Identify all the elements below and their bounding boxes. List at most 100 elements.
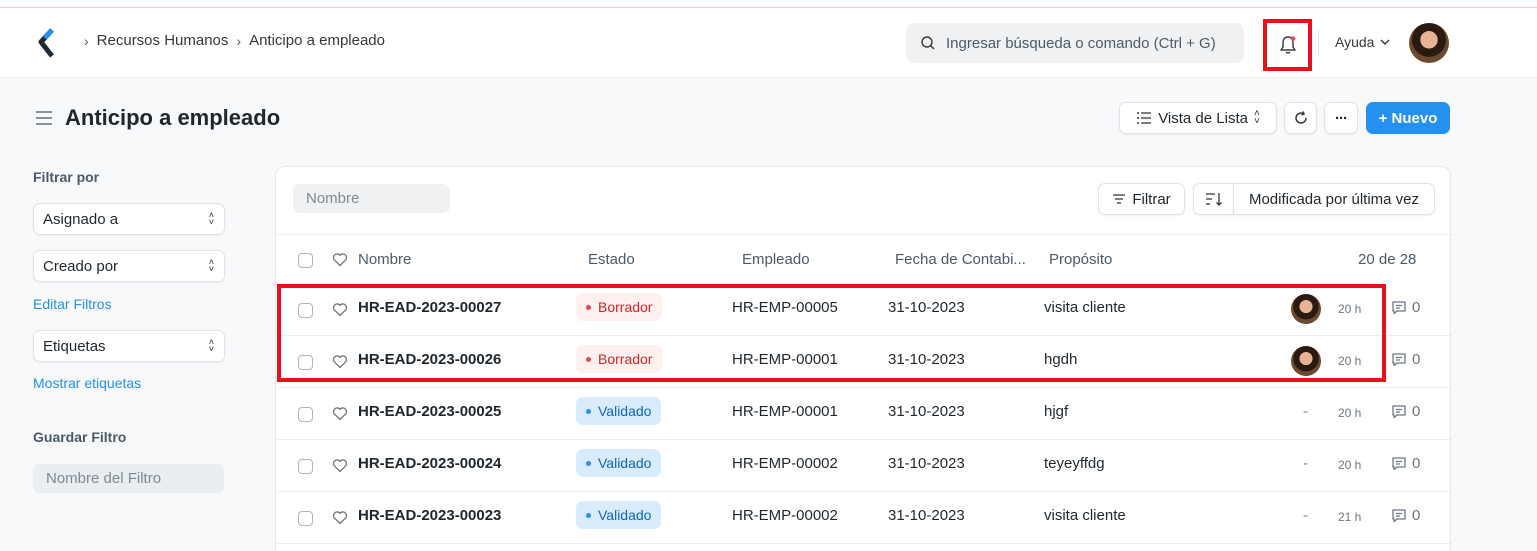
heart-icon[interactable]	[332, 458, 348, 473]
updown-icon: ˄ ˅	[208, 257, 214, 274]
assigned-avatar[interactable]	[1291, 346, 1321, 376]
created-by-select[interactable]: Creado por ˄ ˅	[33, 250, 225, 282]
status-label: Validado	[598, 403, 652, 419]
row-checkbox[interactable]	[298, 355, 313, 370]
breadcrumb-separator-icon: ›	[84, 32, 89, 49]
assigned-empty: -	[1303, 403, 1308, 420]
filter-name-input[interactable]: Nombre del Filtro	[33, 464, 224, 493]
show-tags-link[interactable]: Mostrar etiquetas	[33, 375, 141, 391]
chevron-down-icon	[1380, 39, 1390, 45]
table-row[interactable]: HR-EAD-2023-00023 Validado HR-EMP-00002 31-…	[276, 492, 1452, 544]
row-name[interactable]: HR-EAD-2023-00027	[358, 299, 501, 316]
breadcrumb-hr[interactable]: Recursos Humanos	[97, 32, 229, 49]
sidebar-toggle-icon[interactable]	[35, 110, 53, 126]
app-logo-icon[interactable]	[36, 28, 58, 58]
breadcrumb-separator-icon: ›	[236, 32, 242, 49]
status-badge: Validado	[576, 501, 662, 529]
heart-icon[interactable]	[332, 406, 348, 421]
assigned-avatar[interactable]	[1291, 294, 1321, 324]
row-name[interactable]: HR-EAD-2023-00026	[358, 351, 501, 368]
column-header-employee[interactable]: Empleado	[742, 251, 810, 268]
row-purpose: visita cliente	[1044, 507, 1126, 524]
row-purpose: hjgf	[1044, 403, 1069, 420]
comment-icon	[1392, 353, 1406, 367]
filter-name-placeholder: Nombre del Filtro	[46, 470, 162, 487]
divider	[276, 234, 1452, 235]
row-employee: HR-EMP-00002	[732, 455, 838, 472]
heart-icon[interactable]	[332, 510, 348, 525]
view-switcher-button[interactable]: Vista de Lista ˄ ˅	[1119, 102, 1277, 134]
updown-icon: ˄ ˅	[208, 210, 214, 227]
filter-button[interactable]: Filtrar	[1098, 183, 1185, 215]
row-posting-date: 31-10-2023	[888, 455, 965, 472]
column-header-posting-date[interactable]: Fecha de Contabi...	[895, 251, 1026, 268]
new-button[interactable]: + Nuevo	[1366, 102, 1450, 134]
row-name[interactable]: HR-EAD-2023-00023	[358, 507, 501, 524]
more-actions-button[interactable]: ···	[1324, 102, 1358, 134]
row-checkbox[interactable]	[298, 407, 313, 422]
sort-by-button[interactable]: Modificada por última vez	[1233, 183, 1435, 215]
notifications-button[interactable]	[1263, 19, 1312, 71]
sort-label: Modificada por última vez	[1248, 190, 1420, 208]
heart-icon[interactable]	[332, 354, 348, 369]
breadcrumb-employee-advance[interactable]: Anticipo a empleado	[249, 32, 385, 49]
sort-direction-button[interactable]	[1193, 183, 1234, 215]
updown-icon: ˄ ˅	[1253, 108, 1260, 127]
comment-count: 0	[1412, 299, 1421, 316]
tags-select[interactable]: Etiquetas ˄ ˅	[33, 330, 225, 362]
table-row[interactable]: HR-EAD-2023-00026 Borrador HR-EMP-00001 31-…	[276, 336, 1452, 388]
row-comments[interactable]: 0	[1391, 455, 1420, 472]
search-input[interactable]: Ingresar búsqueda o comando (Ctrl + G)	[906, 23, 1244, 63]
row-posting-date: 31-10-2023	[888, 299, 965, 316]
row-checkbox[interactable]	[298, 511, 313, 526]
comment-count: 0	[1412, 351, 1421, 368]
row-employee: HR-EMP-00005	[732, 299, 838, 316]
page-header: Anticipo a empleado Vista de Lista ˄ ˅ ··…	[0, 96, 1537, 142]
search-placeholder: Ingresar búsqueda o comando (Ctrl + G)	[946, 34, 1216, 52]
row-comments[interactable]: 0	[1391, 299, 1420, 316]
status-label: Validado	[598, 507, 652, 523]
table-row[interactable]: HR-EAD-2023-00027 Borrador HR-EMP-00005 31-…	[276, 284, 1452, 336]
edit-filters-link[interactable]: Editar Filtros	[33, 296, 112, 312]
column-header-name[interactable]: Nombre	[358, 251, 411, 268]
row-employee: HR-EMP-00001	[732, 351, 838, 368]
filter-by-heading: Filtrar por	[33, 169, 100, 185]
help-label: Ayuda	[1335, 34, 1375, 50]
more-label: ···	[1335, 109, 1348, 127]
row-checkbox[interactable]	[298, 459, 313, 474]
status-dot-icon	[586, 408, 591, 414]
list-panel: Nombre Filtrar Modificada por última vez…	[275, 166, 1452, 551]
updown-icon: ˄ ˅	[208, 337, 214, 354]
help-dropdown[interactable]: Ayuda	[1335, 34, 1392, 50]
row-purpose: hgdh	[1044, 351, 1078, 368]
navbar: › Recursos Humanos › Anticipo a empleado…	[0, 8, 1537, 78]
status-dot-icon	[586, 460, 591, 466]
filter-label: Filtrar	[1132, 190, 1171, 208]
status-badge: Validado	[576, 397, 662, 425]
table-row[interactable]: HR-EAD-2023-00024 Validado HR-EMP-00002 31-…	[276, 440, 1452, 492]
column-header-status[interactable]: Estado	[588, 251, 635, 268]
refresh-icon	[1294, 111, 1307, 124]
row-comments[interactable]: 0	[1391, 403, 1420, 420]
row-checkbox[interactable]	[298, 303, 313, 318]
column-header-purpose[interactable]: Propósito	[1049, 251, 1112, 268]
name-filter-input[interactable]: Nombre	[293, 184, 450, 213]
heart-icon[interactable]	[332, 302, 348, 317]
refresh-button[interactable]	[1284, 102, 1317, 134]
row-purpose: visita cliente	[1044, 299, 1126, 316]
select-all-checkbox[interactable]	[298, 253, 313, 268]
status-label: Borrador	[598, 351, 653, 367]
row-comments[interactable]: 0	[1391, 351, 1420, 368]
assigned-to-select[interactable]: Asignado a ˄ ˅	[33, 203, 225, 235]
row-posting-date: 31-10-2023	[888, 403, 965, 420]
row-name[interactable]: HR-EAD-2023-00025	[358, 403, 501, 420]
user-avatar[interactable]	[1409, 23, 1449, 63]
row-comments[interactable]: 0	[1391, 507, 1420, 524]
new-label: + Nuevo	[1378, 109, 1438, 127]
comment-count: 0	[1412, 455, 1421, 472]
heart-icon[interactable]	[332, 252, 348, 267]
filter-icon	[1113, 194, 1126, 204]
comment-count: 0	[1412, 507, 1421, 524]
table-row[interactable]: HR-EAD-2023-00025 Validado HR-EMP-00001 31-…	[276, 388, 1452, 440]
row-name[interactable]: HR-EAD-2023-00024	[358, 455, 501, 472]
